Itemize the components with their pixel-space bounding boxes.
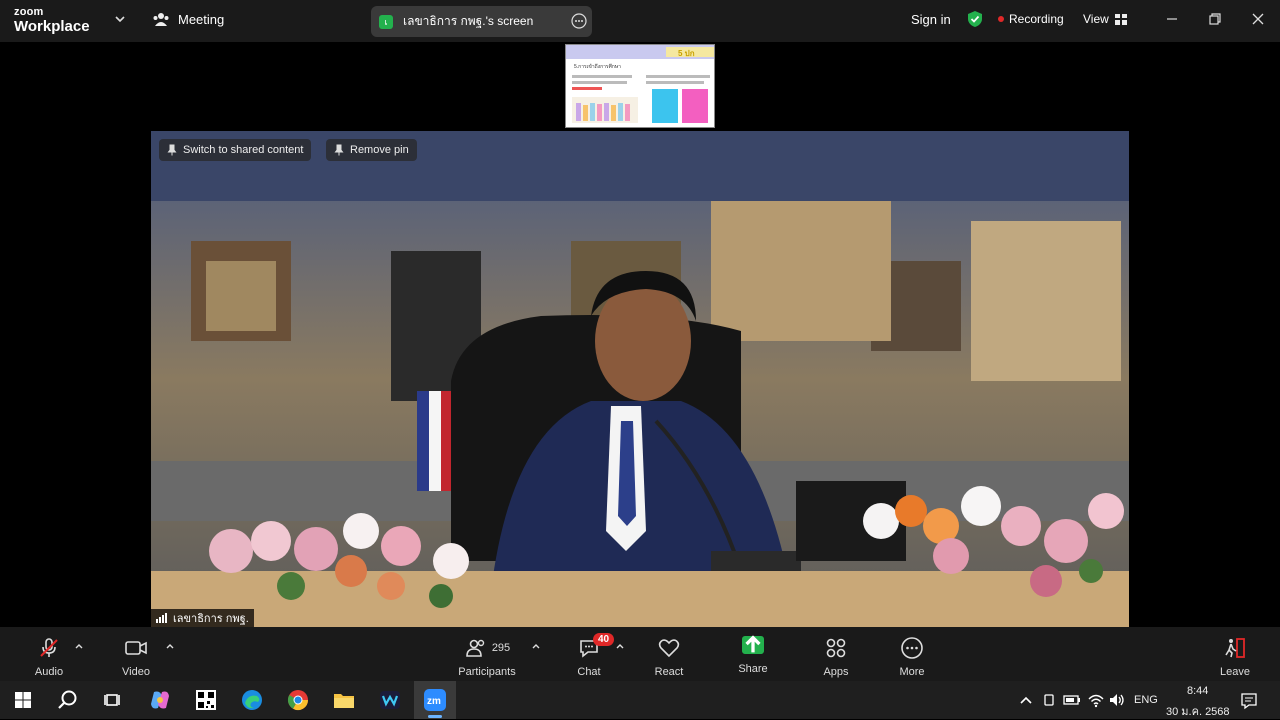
share-screen-icon — [742, 635, 764, 654]
slide-title: 5.การเข้าถึงการศึกษา — [574, 63, 621, 70]
shared-screen-title: เลขาธิการ กพฐ.'s screen — [403, 14, 534, 28]
shared-content-thumbnail[interactable]: 5 ปก 5.การเข้าถึงการศึกษา — [565, 44, 715, 128]
windows-start-icon[interactable] — [11, 688, 35, 712]
remove-pin-label: Remove pin — [350, 144, 409, 156]
restore-icon[interactable] — [1207, 11, 1223, 27]
audio-button[interactable]: Audio — [30, 627, 68, 681]
chat-unread-badge: 40 — [593, 633, 615, 646]
video-options-caret-icon[interactable] — [165, 641, 175, 651]
chevron-down-icon[interactable] — [113, 12, 127, 26]
copilot-icon[interactable] — [148, 688, 172, 712]
participants-icon-row: 295 — [464, 636, 510, 660]
file-explorer-icon[interactable] — [332, 688, 356, 712]
view-menu-button[interactable]: View — [1083, 12, 1127, 26]
meeting-info-button[interactable]: Meeting — [152, 11, 224, 27]
search-icon[interactable] — [56, 688, 80, 712]
speaker-name-tag: เลขาธิการ กพฐ. — [151, 609, 254, 627]
zoom-logo: zoom Workplace — [14, 6, 90, 35]
signal-bars-icon — [156, 613, 167, 623]
switch-label: Switch to shared content — [183, 144, 304, 156]
react-label: React — [654, 666, 684, 678]
participants-icon — [466, 639, 485, 657]
leave-label: Leave — [1220, 666, 1250, 678]
qr-code-app-icon[interactable] — [194, 688, 218, 712]
clock-time[interactable]: 8:44 — [1187, 685, 1208, 697]
svg-text:zm: zm — [427, 696, 441, 707]
video-button[interactable]: Video — [117, 627, 155, 681]
pin-icon — [167, 144, 177, 156]
windows-taskbar: zm ENG 8:44 30 ม.ค. 2568 — [0, 681, 1280, 719]
tray-device-icon[interactable] — [1041, 688, 1057, 712]
volume-icon[interactable] — [1108, 688, 1126, 712]
apps-icon — [826, 638, 846, 658]
participants-caret-icon[interactable] — [531, 641, 541, 651]
shield-check-icon[interactable] — [966, 10, 984, 28]
minimize-icon[interactable] — [1164, 11, 1180, 27]
speaker-video-frame — [151, 131, 1129, 627]
recording-indicator[interactable]: Recording — [998, 12, 1064, 26]
leave-door-icon — [1225, 638, 1245, 658]
slide-preview: 5 ปก 5.การเข้าถึงการศึกษา — [566, 45, 714, 123]
meeting-toolbar: Audio Video 295 Participants Chat React … — [0, 627, 1280, 681]
battery-icon[interactable] — [1063, 688, 1081, 712]
apps-button[interactable]: Apps — [817, 627, 855, 681]
grid-icon — [1114, 13, 1127, 25]
share-label: Share — [738, 663, 768, 675]
more-label: More — [899, 666, 925, 678]
participants-label: Participants — [458, 666, 516, 678]
webex-app-icon[interactable] — [378, 688, 402, 712]
speaker-video[interactable] — [151, 131, 1129, 627]
slide-number: 5 ปก — [678, 49, 695, 58]
more-options-icon[interactable] — [571, 13, 587, 29]
chrome-browser-icon[interactable] — [286, 688, 310, 712]
meeting-label: Meeting — [178, 11, 225, 27]
speaker-name: เลขาธิการ กพฐ. — [173, 613, 249, 625]
participants-count: 295 — [491, 642, 511, 654]
notifications-icon[interactable] — [1240, 688, 1258, 712]
sign-in-link[interactable]: Sign in — [911, 12, 951, 27]
record-dot-icon — [998, 16, 1004, 22]
clock-date[interactable]: 30 ม.ค. 2568 — [1166, 702, 1230, 720]
wifi-icon[interactable] — [1087, 688, 1105, 712]
share-button[interactable]: Share — [733, 627, 773, 681]
task-view-icon[interactable] — [101, 688, 125, 712]
switch-to-shared-content-button[interactable]: Switch to shared content — [159, 139, 312, 161]
video-camera-icon — [125, 641, 147, 655]
video-label: Video — [122, 666, 150, 678]
apps-label: Apps — [823, 666, 849, 678]
audio-label: Audio — [34, 666, 64, 678]
tray-chevron-up-icon[interactable] — [1019, 688, 1033, 712]
chat-caret-icon[interactable] — [615, 641, 625, 651]
chat-label: Chat — [577, 666, 601, 678]
top-bar: zoom Workplace Meeting เ เลขาธิการ กพฐ.'… — [0, 0, 1280, 42]
shared-screen-pill[interactable]: เ เลขาธิการ กพฐ.'s screen — [371, 6, 592, 37]
microphone-muted-icon — [40, 638, 58, 657]
edge-browser-icon[interactable] — [240, 688, 264, 712]
recording-label: Recording — [1009, 12, 1064, 26]
zoom-taskbar-button[interactable]: zm — [414, 681, 456, 719]
more-button[interactable]: More — [893, 627, 931, 681]
close-icon[interactable] — [1250, 11, 1266, 27]
view-label: View — [1083, 12, 1109, 26]
people-icon — [153, 13, 169, 26]
sharer-badge: เ — [379, 14, 393, 29]
language-indicator[interactable]: ENG — [1134, 694, 1158, 706]
react-button[interactable]: React — [650, 627, 688, 681]
zoom-app-icon: zm — [424, 689, 446, 711]
remove-pin-button[interactable]: Remove pin — [326, 139, 417, 161]
audio-options-caret-icon[interactable] — [74, 641, 84, 651]
participants-button[interactable]: 295 Participants — [452, 627, 522, 681]
leave-button[interactable]: Leave — [1215, 627, 1255, 681]
more-dots-icon — [901, 637, 923, 659]
pin-icon — [334, 144, 344, 156]
heart-icon — [658, 639, 680, 658]
